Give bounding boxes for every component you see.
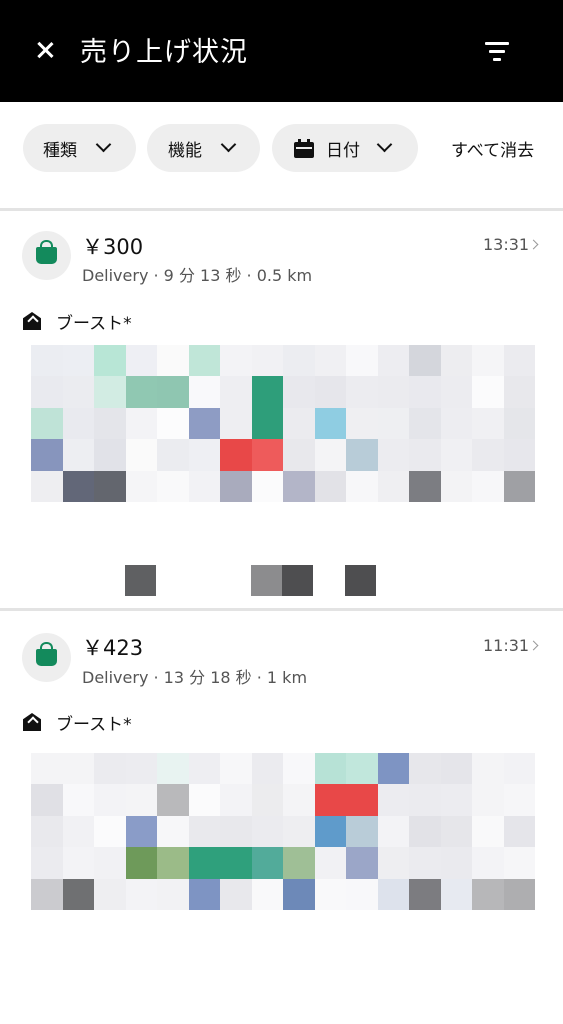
avatar xyxy=(22,231,71,280)
calendar-icon xyxy=(294,138,314,158)
map-preview-strip xyxy=(31,565,535,596)
trip-meta: Delivery · 13 分 18 秒 · 1 km xyxy=(82,668,308,687)
filter-chip-date[interactable]: 日付 xyxy=(272,124,418,172)
boost-label: ブースト* xyxy=(56,314,132,334)
filter-chip-label: 日付 xyxy=(326,140,360,161)
trip-meta: Delivery · 9 分 13 秒 · 0.5 km xyxy=(82,266,313,285)
chevron-down-icon xyxy=(376,140,392,156)
boost-label: ブースト* xyxy=(56,715,132,735)
avatar xyxy=(22,633,71,682)
chevron-right-icon xyxy=(530,240,540,250)
page-title: 売り上げ状況 xyxy=(80,37,248,68)
divider xyxy=(0,208,563,211)
chevron-down-icon xyxy=(95,140,111,156)
trip-amount: ￥300 xyxy=(82,235,144,259)
app-header: 売り上げ状況 xyxy=(0,0,563,102)
close-icon[interactable] xyxy=(28,33,62,67)
filter-chip-label: 機能 xyxy=(168,140,202,161)
filter-chip-label: 種類 xyxy=(43,140,77,161)
boost-icon xyxy=(22,311,42,331)
filter-chip-feature[interactable]: 機能 xyxy=(147,124,260,172)
filter-chip-type[interactable]: 種類 xyxy=(23,124,136,172)
chevron-right-icon xyxy=(530,641,540,651)
divider xyxy=(0,608,563,611)
map-preview xyxy=(31,345,535,502)
trip-amount: ￥423 xyxy=(82,636,144,660)
boost-icon xyxy=(22,712,42,732)
clear-all-button[interactable]: すべて消去 xyxy=(451,136,534,161)
chevron-down-icon xyxy=(220,140,236,156)
trip-time: 13:31 xyxy=(483,235,530,254)
trip-time: 11:31 xyxy=(483,636,530,655)
map-preview xyxy=(31,753,535,910)
filter-icon[interactable] xyxy=(478,36,516,66)
